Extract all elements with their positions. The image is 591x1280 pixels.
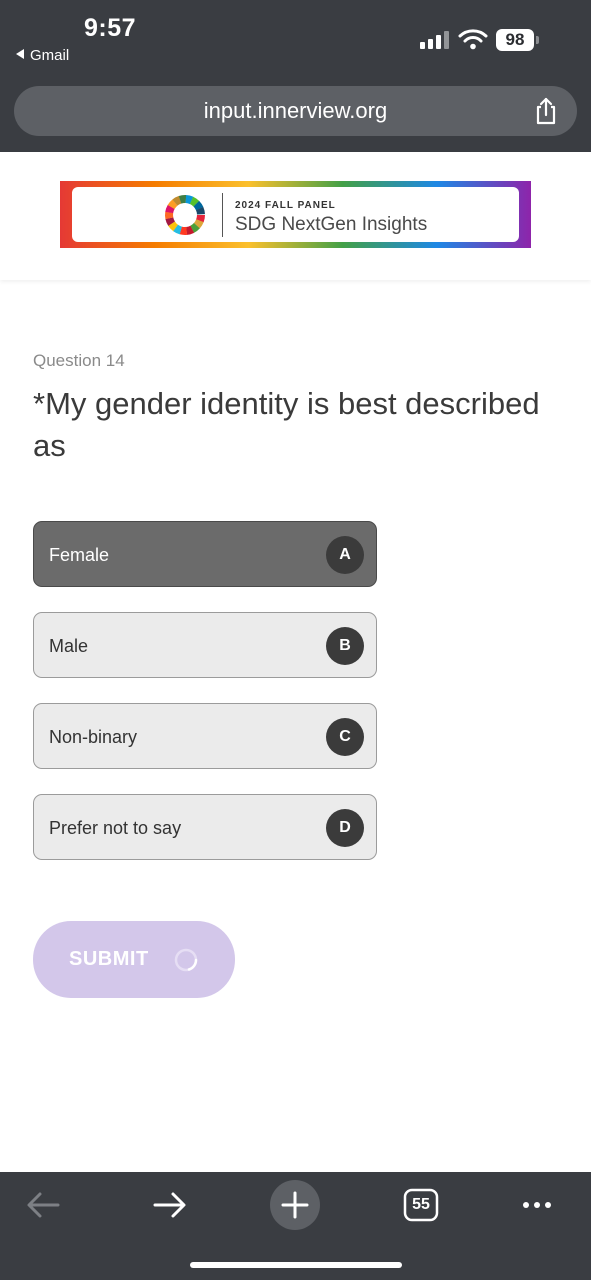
battery-level: 98 <box>496 29 534 51</box>
plus-icon[interactable] <box>270 1180 320 1230</box>
option-label: Male <box>49 636 89 656</box>
back-triangle-icon <box>16 49 24 59</box>
arrow-right-icon[interactable] <box>145 1180 195 1230</box>
wifi-icon <box>458 29 488 50</box>
loading-spinner-icon <box>174 948 198 972</box>
banner-divider <box>222 193 223 237</box>
option-key-badge: B <box>326 627 364 665</box>
banner-title: SDG NextGen Insights <box>235 214 428 235</box>
url-text: input.innerview.org <box>203 98 388 123</box>
submit-button[interactable]: SUBMIT <box>33 921 235 998</box>
option-female[interactable]: Female A <box>33 521 377 587</box>
browser-top-bar: 9:57 Gmail 98 input.innerview.org <box>0 0 591 152</box>
screen: 9:57 Gmail 98 input.innerview.org 2024 F… <box>0 0 591 1280</box>
panel-banner: 2024 FALL PANEL SDG NextGen Insights <box>60 181 531 248</box>
banner-inner: 2024 FALL PANEL SDG NextGen Insights <box>72 187 519 242</box>
question-text: *My gender identity is best described as <box>33 386 540 463</box>
option-key-badge: D <box>326 809 364 847</box>
address-bar[interactable]: input.innerview.org <box>14 86 577 136</box>
banner-kicker: 2024 FALL PANEL <box>235 200 336 211</box>
option-label: Female <box>49 545 110 565</box>
share-icon[interactable] <box>532 96 560 126</box>
option-key-badge: A <box>326 536 364 574</box>
sdg-wheel-logo-icon <box>165 194 206 235</box>
option-label: Prefer not to say <box>49 818 182 838</box>
home-indicator <box>190 1262 402 1268</box>
option-male[interactable]: Male B <box>33 612 377 678</box>
battery-nub <box>536 36 539 44</box>
status-time: 9:57 <box>84 14 137 42</box>
option-prefer-not-to-say[interactable]: Prefer not to say D <box>33 794 377 860</box>
arrow-left-icon[interactable] <box>18 1180 68 1230</box>
submit-label: SUBMIT <box>69 948 149 970</box>
option-label: Non-binary <box>49 727 138 747</box>
option-non-binary[interactable]: Non-binary C <box>33 703 377 769</box>
back-app-label: Gmail <box>30 47 70 64</box>
tabs-button[interactable]: 55 <box>396 1180 446 1230</box>
browser-bottom-toolbar: 55 <box>0 1172 591 1280</box>
tab-count: 55 <box>412 1196 430 1213</box>
option-key-badge: C <box>326 718 364 756</box>
more-icon[interactable] <box>512 1180 562 1230</box>
survey-header: 2024 FALL PANEL SDG NextGen Insights <box>0 152 591 280</box>
question-number: Question 14 <box>33 351 125 370</box>
cellular-signal-icon <box>420 31 450 49</box>
back-to-app-link[interactable]: Gmail <box>16 47 69 64</box>
